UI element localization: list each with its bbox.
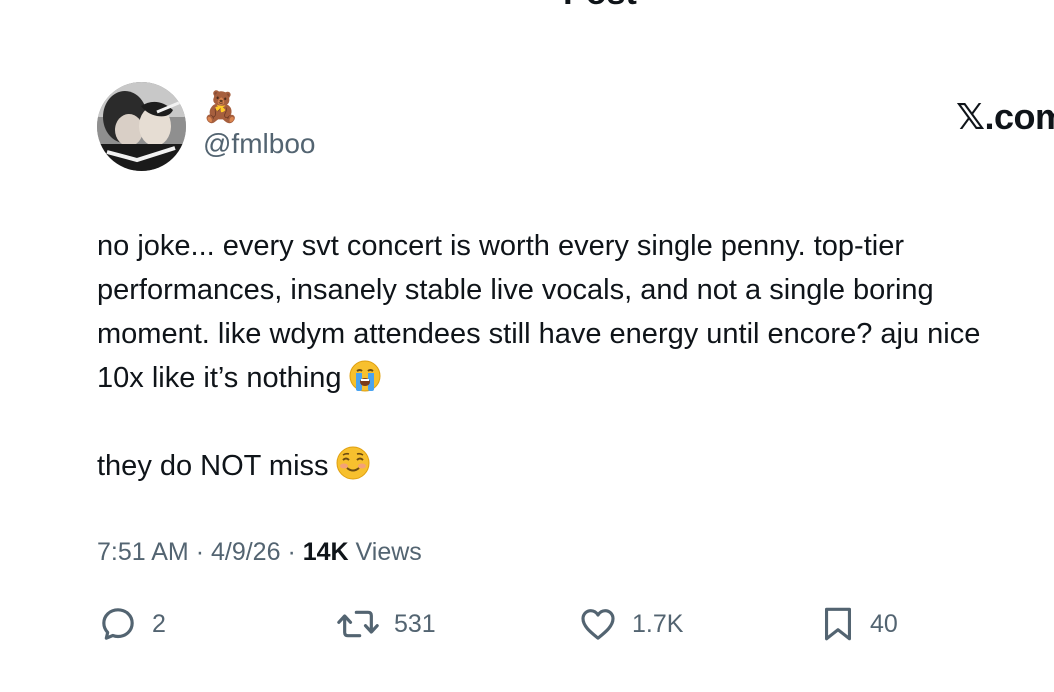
tweet-meta: 7:51 AM · 4/9/26 · 14K Views bbox=[97, 538, 422, 567]
like-count: 1.7K bbox=[632, 609, 684, 638]
tweet-screenshot: Post 🧸 @fmlboo 𝕏.com no joke... every sv… bbox=[0, 0, 1054, 692]
avatar[interactable] bbox=[97, 82, 186, 171]
smiling-face-icon bbox=[335, 445, 371, 494]
tweet-line: 10x like it’s nothing bbox=[97, 362, 342, 394]
tweet-line: performances, insanely stable live vocal… bbox=[97, 274, 934, 306]
post-date[interactable]: 4/9/26 bbox=[211, 538, 281, 566]
meta-separator: · bbox=[195, 538, 205, 566]
repost-icon bbox=[337, 610, 379, 638]
bookmark-count: 40 bbox=[870, 609, 898, 638]
avatar-photo bbox=[97, 82, 186, 171]
loudly-crying-face-icon bbox=[348, 359, 382, 406]
heart-icon bbox=[581, 609, 615, 640]
views-label: Views bbox=[355, 538, 422, 566]
tweet-text: no joke... every svt concert is worth ev… bbox=[97, 224, 1054, 488]
repost-button[interactable]: 531 bbox=[336, 602, 436, 646]
post-time[interactable]: 7:51 AM bbox=[97, 538, 189, 566]
views-count: 14K bbox=[302, 538, 349, 566]
display-name-teddy-bear-icon[interactable]: 🧸 bbox=[202, 92, 239, 124]
x-com-watermark: 𝕏.com bbox=[956, 96, 1054, 137]
reply-count: 2 bbox=[152, 609, 166, 638]
action-bar: 2 531 1.7K 40 bbox=[0, 602, 1054, 646]
reply-button[interactable]: 2 bbox=[98, 602, 166, 646]
tweet-line: no joke... every svt concert is worth ev… bbox=[97, 230, 904, 262]
tweet-line-4: 10x like it’s nothing bbox=[97, 356, 1054, 400]
bookmark-button[interactable]: 40 bbox=[820, 602, 898, 646]
tweet-line: moment. like wdym attendees still have e… bbox=[97, 318, 981, 350]
bookmark-icon bbox=[824, 607, 852, 641]
meta-separator: · bbox=[287, 538, 296, 566]
page-title: Post bbox=[0, 0, 1054, 13]
repost-count: 531 bbox=[394, 609, 436, 638]
like-button[interactable]: 1.7K bbox=[578, 602, 683, 646]
author-handle[interactable]: @fmlboo bbox=[203, 128, 315, 160]
tweet-closing-line: they do NOT miss bbox=[97, 444, 1054, 488]
reply-icon bbox=[102, 608, 134, 640]
tweet-closing-text: they do NOT miss bbox=[97, 450, 329, 482]
